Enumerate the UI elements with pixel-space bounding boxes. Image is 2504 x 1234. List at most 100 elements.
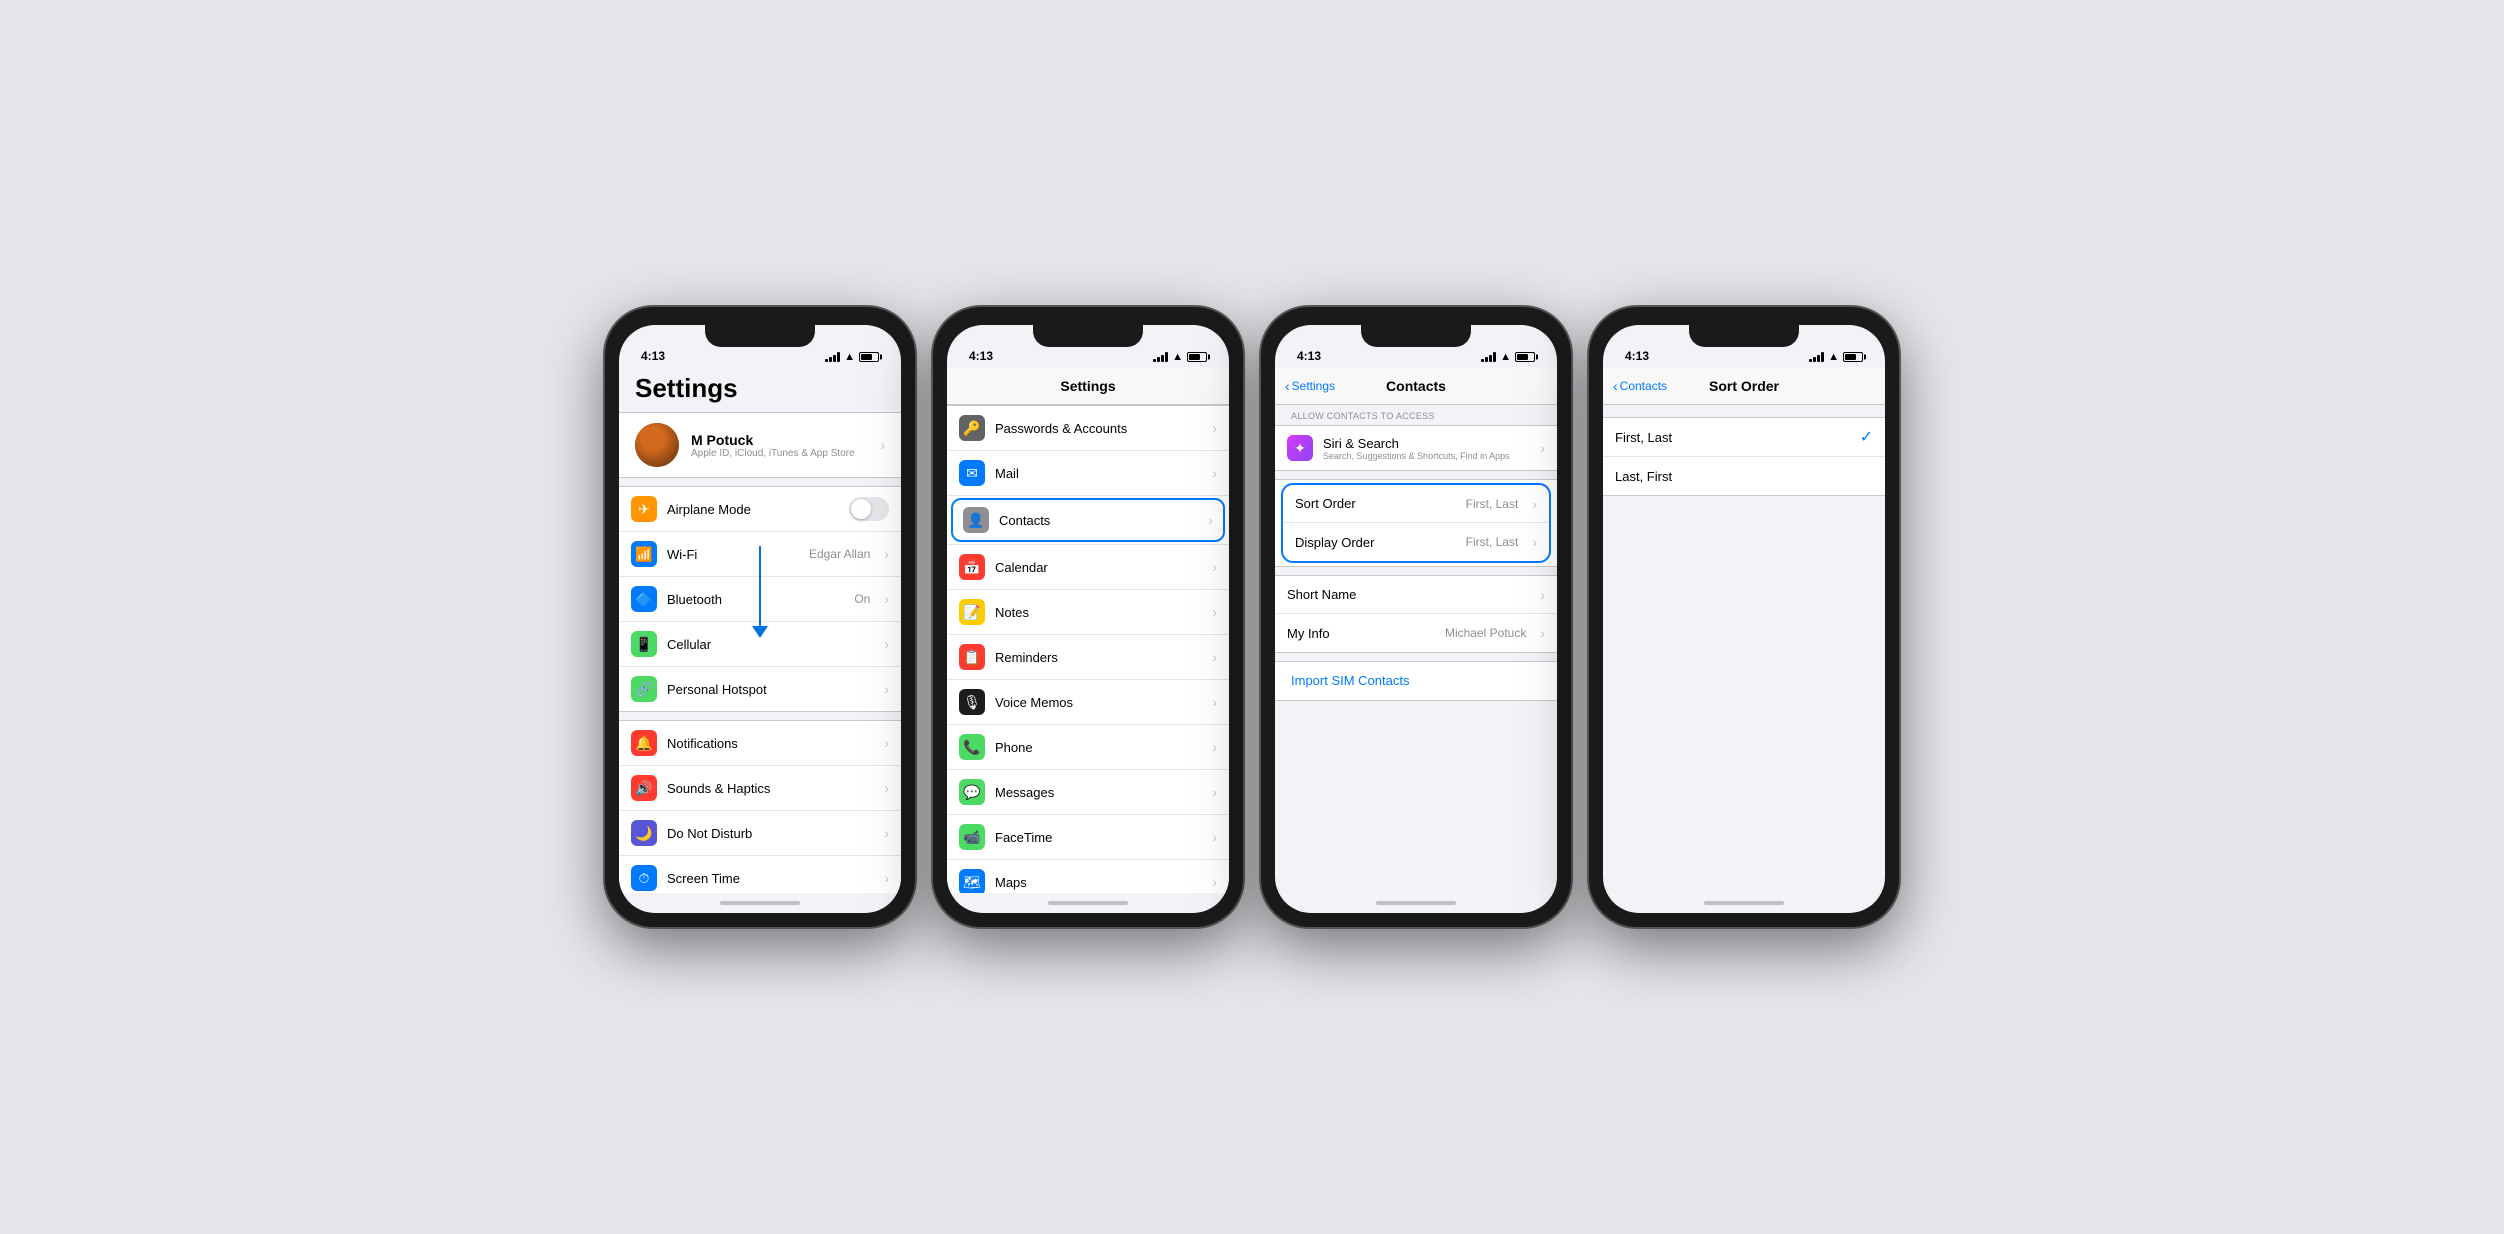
wifi-icon-4: ▲ (1828, 351, 1839, 363)
siri-chevron: › (1540, 440, 1545, 456)
user-sub: Apple ID, iCloud, iTunes & App Store (691, 448, 868, 459)
import-sim-label[interactable]: Import SIM Contacts (1291, 673, 1409, 688)
reminders-icon: 📋 (959, 644, 985, 670)
short-name-label: Short Name (1287, 587, 1530, 602)
reminders-row[interactable]: 📋 Reminders › (947, 635, 1229, 680)
status-icons-3: ▲ (1481, 351, 1535, 363)
phone-icon: 📞 (959, 734, 985, 760)
order-blue-box: Sort Order First, Last › Display Order F… (1281, 483, 1551, 563)
battery-fill-1 (861, 354, 872, 360)
screentime-row[interactable]: ⏱ Screen Time › (619, 856, 901, 893)
calendar-row[interactable]: 📅 Calendar › (947, 545, 1229, 590)
home-bar-1 (720, 901, 800, 905)
screen-content-3: ALLOW CONTACTS TO ACCESS ✦ Siri & Search… (1275, 405, 1557, 893)
time-1: 4:13 (641, 349, 665, 363)
siri-row[interactable]: ✦ Siri & Search Search, Suggestions & Sh… (1275, 426, 1557, 470)
back-button-3[interactable]: ‹ Settings (1285, 378, 1335, 394)
sort-order-row[interactable]: Sort Order First, Last › (1283, 485, 1549, 523)
signal-4 (1809, 352, 1824, 362)
screen-content-1: Settings M Potuck Apple ID, iCloud, iTun… (619, 367, 901, 893)
phone-screen-3: 4:13 ▲ ‹ Settings Contacts (1275, 325, 1557, 913)
my-info-label: My Info (1287, 626, 1435, 641)
facetime-row[interactable]: 📹 FaceTime › (947, 815, 1229, 860)
screen-content-4: First, Last ✓ Last, First (1603, 405, 1885, 893)
sort-options-group: First, Last ✓ Last, First (1603, 417, 1885, 496)
mail-row[interactable]: ✉ Mail › (947, 451, 1229, 496)
passwords-row[interactable]: 🔑 Passwords & Accounts › (947, 406, 1229, 451)
screentime-icon: ⏱ (631, 865, 657, 891)
nav-title-4: Sort Order (1709, 378, 1779, 394)
airplane-toggle[interactable] (849, 497, 889, 521)
hotspot-row[interactable]: 🔗 Personal Hotspot › (619, 667, 901, 711)
notifications-icon: 🔔 (631, 730, 657, 756)
arrow-head (752, 626, 768, 638)
voicememos-icon: 🎙 (959, 689, 985, 715)
messages-row[interactable]: 💬 Messages › (947, 770, 1229, 815)
spacer-4 (1603, 405, 1885, 417)
settings-group-phone2: 🔑 Passwords & Accounts › ✉ Mail › 👤 Cont… (947, 405, 1229, 893)
wifi-icon-2: ▲ (1172, 351, 1183, 363)
avatar (635, 423, 679, 467)
display-order-row[interactable]: Display Order First, Last › (1283, 523, 1549, 561)
last-first-row[interactable]: Last, First (1603, 457, 1885, 495)
contacts-highlighted-wrapper: 👤 Contacts › (947, 498, 1229, 545)
phone-row[interactable]: 📞 Phone › (947, 725, 1229, 770)
dnd-row[interactable]: 🌙 Do Not Disturb › (619, 811, 901, 856)
first-last-checkmark: ✓ (1860, 427, 1873, 447)
sounds-row[interactable]: 🔊 Sounds & Haptics › (619, 766, 901, 811)
facetime-icon: 📹 (959, 824, 985, 850)
home-indicator-2 (947, 893, 1229, 913)
screen-content-2: 🔑 Passwords & Accounts › ✉ Mail › 👤 Cont… (947, 405, 1229, 893)
wifi-label: Wi-Fi (667, 547, 799, 562)
name-group: Short Name › My Info Michael Potuck › (1275, 575, 1557, 653)
notes-row[interactable]: 📝 Notes › (947, 590, 1229, 635)
back-button-4[interactable]: ‹ Contacts (1613, 378, 1667, 394)
phone-3: 4:13 ▲ ‹ Settings Contacts (1261, 307, 1571, 927)
user-info: M Potuck Apple ID, iCloud, iTunes & App … (691, 432, 868, 459)
section-label-3: ALLOW CONTACTS TO ACCESS (1275, 405, 1557, 425)
hotspot-chevron: › (884, 681, 889, 697)
notifications-label: Notifications (667, 736, 874, 751)
time-4: 4:13 (1625, 349, 1649, 363)
user-profile-row[interactable]: M Potuck Apple ID, iCloud, iTunes & App … (619, 412, 901, 478)
siri-info: Siri & Search Search, Suggestions & Shor… (1323, 436, 1530, 461)
user-name: M Potuck (691, 432, 868, 448)
nav-bar-3: ‹ Settings Contacts (1275, 367, 1557, 405)
calendar-label: Calendar (995, 560, 1202, 575)
back-chevron-3: ‹ (1285, 378, 1290, 394)
calendar-icon: 📅 (959, 554, 985, 580)
voicememos-label: Voice Memos (995, 695, 1202, 710)
maps-row[interactable]: 🗺 Maps › (947, 860, 1229, 893)
phone-label: Phone (995, 740, 1202, 755)
my-info-row[interactable]: My Info Michael Potuck › (1275, 614, 1557, 652)
bar1 (825, 359, 828, 362)
contacts-icon: 👤 (963, 507, 989, 533)
contacts-label: Contacts (999, 513, 1198, 528)
bar4 (837, 352, 840, 362)
status-icons-4: ▲ (1809, 351, 1863, 363)
siri-group: ✦ Siri & Search Search, Suggestions & Sh… (1275, 425, 1557, 471)
facetime-label: FaceTime (995, 830, 1202, 845)
sort-order-label: Sort Order (1295, 496, 1456, 511)
airplane-mode-row[interactable]: ✈ Airplane Mode (619, 487, 901, 532)
back-chevron-4: ‹ (1613, 378, 1618, 394)
first-last-row[interactable]: First, Last ✓ (1603, 418, 1885, 457)
sounds-icon: 🔊 (631, 775, 657, 801)
nav-title-2: Settings (1060, 378, 1115, 394)
wifi-icon-3: ▲ (1500, 351, 1511, 363)
voicememos-row[interactable]: 🎙 Voice Memos › (947, 680, 1229, 725)
sounds-chevron: › (884, 780, 889, 796)
screentime-chevron: › (884, 870, 889, 886)
contacts-row[interactable]: 👤 Contacts › (951, 498, 1225, 542)
dnd-icon: 🌙 (631, 820, 657, 846)
signal-bars-1 (825, 352, 840, 362)
notch-3 (1361, 325, 1471, 347)
phone-4: 4:13 ▲ ‹ Contacts Sort Order (1589, 307, 1899, 927)
bluetooth-chevron: › (884, 591, 889, 607)
notifications-row[interactable]: 🔔 Notifications › (619, 721, 901, 766)
maps-icon: 🗺 (959, 869, 985, 893)
phone-2: 4:13 ▲ Settings 🔑 (933, 307, 1243, 927)
short-name-row[interactable]: Short Name › (1275, 576, 1557, 614)
dnd-label: Do Not Disturb (667, 826, 874, 841)
back-label-3: Settings (1292, 379, 1335, 393)
